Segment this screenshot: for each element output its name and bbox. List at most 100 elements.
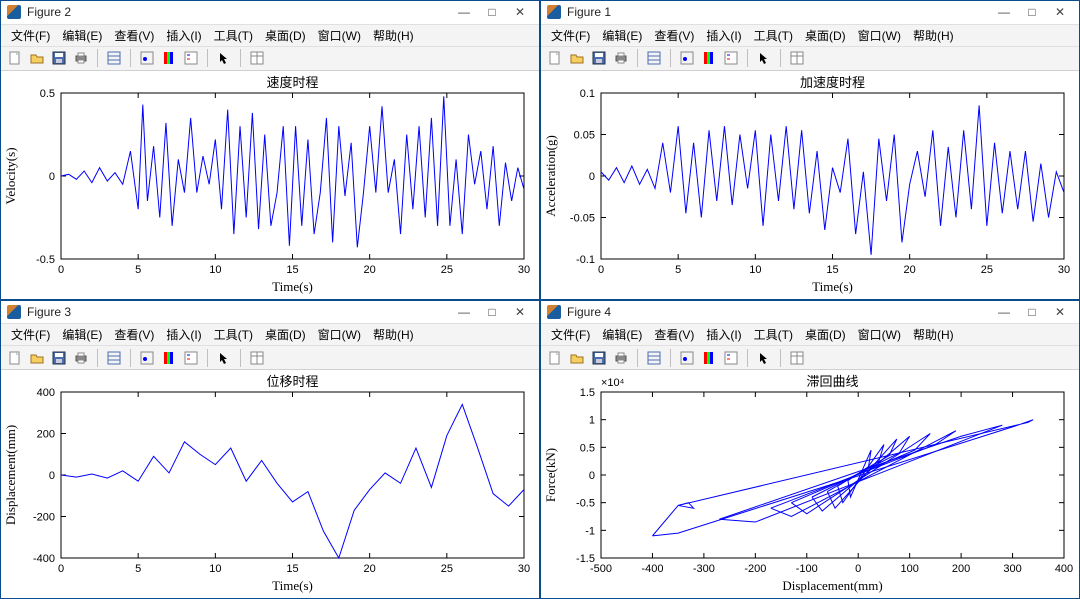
pointer-icon[interactable]: [214, 348, 234, 368]
inspector-icon[interactable]: [787, 48, 807, 68]
minimize-button[interactable]: —: [991, 303, 1017, 321]
menu-view[interactable]: 查看(V): [108, 324, 160, 345]
datalabel-icon[interactable]: [677, 348, 697, 368]
data-icon[interactable]: [104, 48, 124, 68]
menu-edit[interactable]: 编辑(E): [56, 324, 108, 345]
maximize-button[interactable]: □: [1019, 3, 1045, 21]
menu-file[interactable]: 文件(F): [5, 324, 56, 345]
menu-help[interactable]: 帮助(H): [907, 324, 960, 345]
close-button[interactable]: ✕: [1047, 303, 1073, 321]
maximize-button[interactable]: □: [479, 3, 505, 21]
pointer-icon[interactable]: [754, 48, 774, 68]
menu-view[interactable]: 查看(V): [648, 324, 700, 345]
inspector-icon[interactable]: [247, 348, 267, 368]
menu-insert[interactable]: 插入(I): [700, 324, 747, 345]
titlebar[interactable]: Figure 1 — □ ✕: [541, 1, 1079, 25]
menu-desktop[interactable]: 桌面(D): [259, 25, 312, 46]
menu-insert[interactable]: 插入(I): [160, 324, 207, 345]
menu-insert[interactable]: 插入(I): [160, 25, 207, 46]
open-icon[interactable]: [27, 48, 47, 68]
menu-insert[interactable]: 插入(I): [700, 25, 747, 46]
close-button[interactable]: ✕: [507, 303, 533, 321]
svg-text:30: 30: [518, 264, 530, 276]
titlebar[interactable]: Figure 4 — □ ✕: [541, 301, 1079, 325]
menu-tool[interactable]: 工具(T): [208, 25, 259, 46]
menu-help[interactable]: 帮助(H): [367, 25, 420, 46]
menubar: 文件(F) 编辑(E) 查看(V) 插入(I) 工具(T) 桌面(D) 窗口(W…: [1, 25, 539, 47]
new-icon[interactable]: [5, 48, 25, 68]
menu-window[interactable]: 窗口(W): [312, 324, 367, 345]
menu-view[interactable]: 查看(V): [108, 25, 160, 46]
print-icon[interactable]: [611, 48, 631, 68]
save-icon[interactable]: [49, 348, 69, 368]
close-button[interactable]: ✕: [1047, 3, 1073, 21]
svg-text:Velocity(s): Velocity(s): [3, 147, 18, 204]
legend-icon[interactable]: [181, 348, 201, 368]
datalabel-icon[interactable]: [137, 48, 157, 68]
menu-tool[interactable]: 工具(T): [208, 324, 259, 345]
legend-icon[interactable]: [721, 48, 741, 68]
titlebar[interactable]: Figure 3 — □ ✕: [1, 301, 539, 325]
data-icon[interactable]: [104, 348, 124, 368]
menu-help[interactable]: 帮助(H): [367, 324, 420, 345]
print-icon[interactable]: [71, 48, 91, 68]
svg-text:200: 200: [37, 429, 55, 441]
svg-text:Acceleration(g): Acceleration(g): [543, 135, 558, 217]
svg-text:0: 0: [49, 171, 55, 183]
toolbar: [541, 47, 1079, 71]
window-title: Figure 4: [567, 305, 611, 319]
svg-text:1: 1: [589, 415, 595, 427]
open-icon[interactable]: [567, 348, 587, 368]
matlab-icon: [7, 5, 21, 19]
minimize-button[interactable]: —: [991, 3, 1017, 21]
inspector-icon[interactable]: [247, 48, 267, 68]
inspector-icon[interactable]: [787, 348, 807, 368]
new-icon[interactable]: [545, 348, 565, 368]
save-icon[interactable]: [589, 48, 609, 68]
menu-file[interactable]: 文件(F): [5, 25, 56, 46]
menu-file[interactable]: 文件(F): [545, 324, 596, 345]
menu-desktop[interactable]: 桌面(D): [799, 324, 852, 345]
minimize-button[interactable]: —: [451, 303, 477, 321]
minimize-button[interactable]: —: [451, 3, 477, 21]
print-icon[interactable]: [611, 348, 631, 368]
menu-tool[interactable]: 工具(T): [748, 324, 799, 345]
datalabel-icon[interactable]: [677, 48, 697, 68]
menu-file[interactable]: 文件(F): [545, 25, 596, 46]
close-button[interactable]: ✕: [507, 3, 533, 21]
legend-icon[interactable]: [181, 48, 201, 68]
new-icon[interactable]: [545, 48, 565, 68]
new-icon[interactable]: [5, 348, 25, 368]
menu-tool[interactable]: 工具(T): [748, 25, 799, 46]
data-icon[interactable]: [644, 348, 664, 368]
data-icon[interactable]: [644, 48, 664, 68]
menu-window[interactable]: 窗口(W): [852, 324, 907, 345]
svg-text:200: 200: [952, 563, 970, 575]
menu-edit[interactable]: 编辑(E): [56, 25, 108, 46]
menu-window[interactable]: 窗口(W): [312, 25, 367, 46]
menu-window[interactable]: 窗口(W): [852, 25, 907, 46]
colorbar-icon[interactable]: [699, 48, 719, 68]
print-icon[interactable]: [71, 348, 91, 368]
open-icon[interactable]: [567, 48, 587, 68]
menu-edit[interactable]: 编辑(E): [596, 324, 648, 345]
legend-icon[interactable]: [721, 348, 741, 368]
save-icon[interactable]: [49, 48, 69, 68]
colorbar-icon[interactable]: [159, 348, 179, 368]
pointer-icon[interactable]: [214, 48, 234, 68]
menu-view[interactable]: 查看(V): [648, 25, 700, 46]
open-icon[interactable]: [27, 348, 47, 368]
colorbar-icon[interactable]: [699, 348, 719, 368]
pointer-icon[interactable]: [754, 348, 774, 368]
svg-text:25: 25: [441, 563, 453, 575]
titlebar[interactable]: Figure 2 — □ ✕: [1, 1, 539, 25]
save-icon[interactable]: [589, 348, 609, 368]
menu-desktop[interactable]: 桌面(D): [799, 25, 852, 46]
menu-edit[interactable]: 编辑(E): [596, 25, 648, 46]
menu-help[interactable]: 帮助(H): [907, 25, 960, 46]
maximize-button[interactable]: □: [479, 303, 505, 321]
menu-desktop[interactable]: 桌面(D): [259, 324, 312, 345]
colorbar-icon[interactable]: [159, 48, 179, 68]
datalabel-icon[interactable]: [137, 348, 157, 368]
maximize-button[interactable]: □: [1019, 303, 1045, 321]
